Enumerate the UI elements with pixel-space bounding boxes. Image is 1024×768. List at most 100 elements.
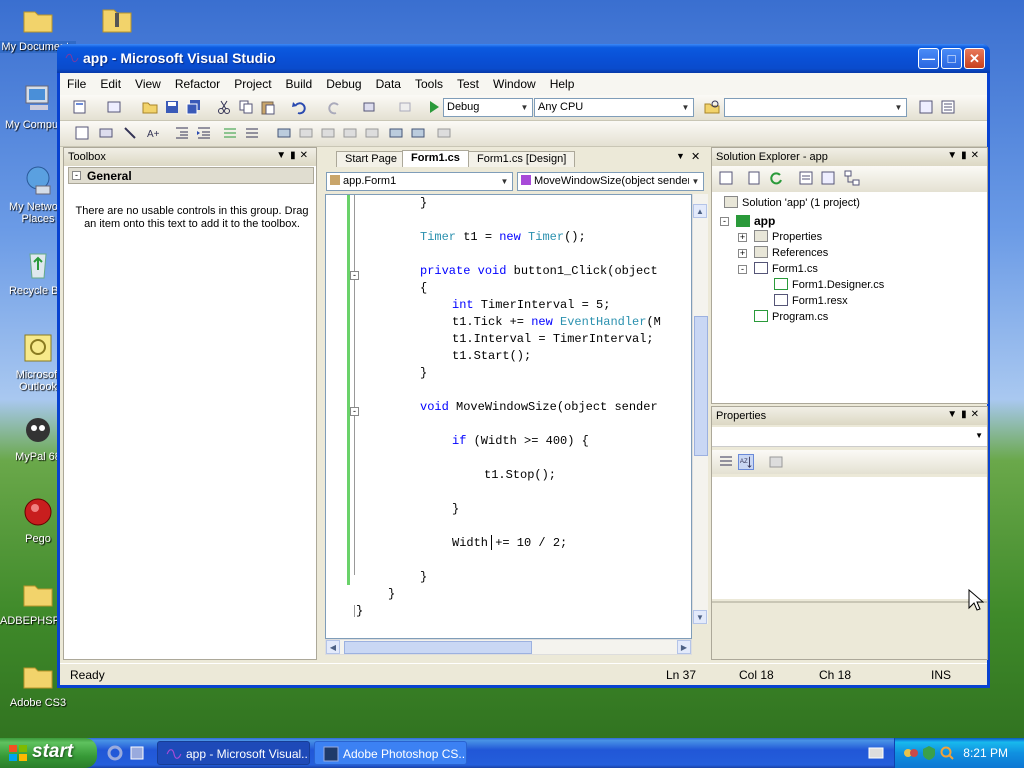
tree-item-program[interactable]: Program.cs bbox=[754, 310, 828, 323]
tree-item-properties[interactable]: Properties bbox=[754, 230, 822, 243]
categorized-icon[interactable] bbox=[718, 454, 734, 470]
next-bookmark-in-document-icon[interactable] bbox=[410, 125, 426, 141]
find-in-files-icon[interactable] bbox=[704, 99, 720, 115]
cut-icon[interactable] bbox=[216, 99, 232, 115]
properties-icon[interactable] bbox=[718, 170, 734, 186]
internet-explorer-icon[interactable] bbox=[107, 745, 123, 761]
scroll-left-icon[interactable]: ◀ bbox=[326, 640, 340, 654]
tree-item-solution[interactable]: Solution 'app' (1 project) bbox=[724, 196, 860, 209]
view-code-icon[interactable] bbox=[798, 170, 814, 186]
solution-explorer-icon[interactable] bbox=[918, 99, 934, 115]
horizontal-scroll-thumb[interactable] bbox=[344, 641, 532, 654]
pin-icon[interactable]: ▮ bbox=[961, 409, 971, 420]
collapse-region-icon[interactable]: - bbox=[350, 407, 359, 416]
previous-bookmark-in-folder-icon[interactable] bbox=[342, 125, 358, 141]
search-tray-icon[interactable] bbox=[939, 745, 955, 761]
show-all-files-icon[interactable] bbox=[746, 170, 762, 186]
property-pages-icon[interactable] bbox=[768, 454, 784, 470]
menu-debug[interactable]: Debug bbox=[319, 73, 368, 91]
navigate-backward-icon[interactable] bbox=[362, 99, 378, 115]
tree-item-references[interactable]: References bbox=[754, 246, 828, 259]
next-bookmark-in-folder-icon[interactable] bbox=[364, 125, 380, 141]
toolbox-group-general[interactable]: - General bbox=[68, 167, 314, 184]
collapse-icon[interactable]: - bbox=[720, 217, 729, 226]
close-icon[interactable]: ✕ bbox=[971, 150, 983, 161]
next-bookmark-icon[interactable] bbox=[320, 125, 336, 141]
view-designer-icon[interactable] bbox=[820, 170, 836, 186]
tree-item-form1-resx[interactable]: Form1.resx bbox=[774, 294, 848, 307]
class-diagram-icon[interactable] bbox=[844, 170, 860, 186]
tab-form1-cs[interactable]: Form1.cs bbox=[402, 150, 469, 167]
complete-word-icon[interactable]: A+ bbox=[146, 125, 162, 141]
dropdown-arrow-icon[interactable]: ▼ bbox=[947, 150, 961, 161]
save-icon[interactable] bbox=[164, 99, 180, 115]
quick-info-icon[interactable] bbox=[122, 125, 138, 141]
menu-edit[interactable]: Edit bbox=[93, 73, 128, 91]
tab-start-page[interactable]: Start Page bbox=[336, 151, 406, 167]
redo-icon[interactable] bbox=[326, 99, 342, 115]
types-combo[interactable]: app.Form1 ▼ bbox=[326, 172, 513, 191]
solution-platform-combo[interactable]: Any CPU ▼ bbox=[534, 98, 694, 117]
pin-icon[interactable]: ▮ bbox=[290, 150, 300, 161]
horizontal-scrollbar[interactable]: ◀ ▶ bbox=[325, 639, 692, 655]
task-visual-studio[interactable]: app - Microsoft Visual... bbox=[157, 741, 310, 765]
parameter-info-icon[interactable] bbox=[98, 125, 114, 141]
vertical-scroll-thumb[interactable] bbox=[694, 316, 708, 456]
minimize-button[interactable]: — bbox=[918, 48, 939, 69]
close-icon[interactable]: ✕ bbox=[300, 150, 312, 161]
menu-view[interactable]: View bbox=[128, 73, 168, 91]
previous-bookmark-icon[interactable] bbox=[298, 125, 314, 141]
start-button[interactable]: start bbox=[0, 738, 97, 768]
collapse-icon[interactable]: - bbox=[738, 265, 747, 274]
menu-build[interactable]: Build bbox=[279, 73, 320, 91]
menu-refactor[interactable]: Refactor bbox=[168, 73, 227, 91]
increase-indent-icon[interactable] bbox=[196, 125, 212, 141]
dropdown-arrow-icon[interactable]: ▼ bbox=[947, 409, 961, 420]
task-photoshop[interactable]: Adobe Photoshop CS... bbox=[314, 741, 467, 765]
add-item-icon[interactable] bbox=[106, 99, 122, 115]
display-object-member-list-icon[interactable] bbox=[74, 125, 90, 141]
menu-file[interactable]: File bbox=[60, 73, 93, 91]
security-tray-icon[interactable] bbox=[921, 745, 937, 761]
uncomment-lines-icon[interactable] bbox=[244, 125, 260, 141]
tree-item-project[interactable]: app bbox=[736, 214, 775, 228]
navigate-forward-icon[interactable] bbox=[396, 99, 412, 115]
solution-configuration-combo[interactable]: Debug ▼ bbox=[443, 98, 533, 117]
bookmark-icon[interactable] bbox=[276, 125, 292, 141]
maximize-button[interactable]: □ bbox=[941, 48, 962, 69]
menu-help[interactable]: Help bbox=[543, 73, 582, 91]
property-grid[interactable] bbox=[712, 477, 987, 599]
pin-icon[interactable]: ▮ bbox=[961, 150, 971, 161]
scroll-down-icon[interactable]: ▼ bbox=[693, 610, 707, 624]
tab-form1-design[interactable]: Form1.cs [Design] bbox=[468, 151, 576, 167]
keyboard-icon[interactable] bbox=[868, 747, 884, 759]
find-combo[interactable]: ▼ bbox=[724, 98, 907, 117]
tree-item-form1[interactable]: Form1.cs bbox=[754, 262, 818, 275]
splitter[interactable] bbox=[712, 601, 987, 603]
menu-project[interactable]: Project bbox=[227, 73, 278, 91]
undo-icon[interactable] bbox=[292, 99, 308, 115]
save-all-icon[interactable] bbox=[186, 99, 202, 115]
comment-lines-icon[interactable] bbox=[222, 125, 238, 141]
close-icon[interactable]: ✕ bbox=[971, 409, 983, 420]
close-document-icon[interactable]: ✕ bbox=[691, 150, 700, 163]
members-combo[interactable]: MoveWindowSize(object sender ▼ bbox=[517, 172, 704, 191]
expand-icon[interactable]: + bbox=[738, 233, 747, 242]
vertical-scrollbar[interactable]: ▲ ▼ bbox=[692, 194, 708, 624]
refresh-icon[interactable] bbox=[768, 170, 784, 186]
menu-window[interactable]: Window bbox=[486, 73, 543, 91]
previous-bookmark-in-document-icon[interactable] bbox=[388, 125, 404, 141]
start-debugging-icon[interactable] bbox=[426, 99, 442, 115]
menu-data[interactable]: Data bbox=[369, 73, 408, 91]
title-bar[interactable]: app - Microsoft Visual Studio — □ ✕ bbox=[57, 44, 990, 73]
tab-list-icon[interactable]: ▼ bbox=[676, 151, 685, 161]
network-tray-icon[interactable] bbox=[903, 745, 919, 761]
properties-window-icon[interactable] bbox=[940, 99, 956, 115]
menu-tools[interactable]: Tools bbox=[408, 73, 450, 91]
scroll-up-icon[interactable]: ▲ bbox=[693, 204, 707, 218]
object-selector-combo[interactable]: ▼ bbox=[712, 427, 987, 447]
open-file-icon[interactable] bbox=[142, 99, 158, 115]
show-desktop-icon[interactable] bbox=[129, 745, 145, 761]
alphabetical-icon[interactable]: AZ bbox=[738, 454, 754, 470]
tree-item-form1-designer[interactable]: Form1.Designer.cs bbox=[774, 278, 884, 291]
